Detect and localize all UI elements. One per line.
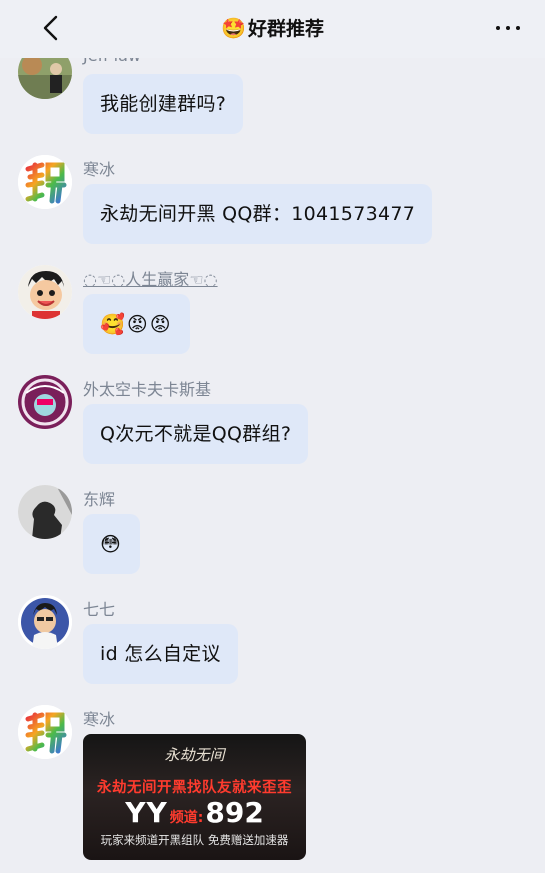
- dot-icon: [506, 26, 510, 30]
- avatar[interactable]: [18, 375, 72, 429]
- silhouette-icon: [18, 485, 72, 539]
- ad-image-banner[interactable]: 永劫无间 永劫无间开黑找队友就来歪歪 YY 频道:892 玩家来频道开黑组队 免费…: [83, 734, 306, 860]
- cartoon-boy-icon: [18, 265, 72, 319]
- banner-channel-number: 892: [205, 796, 264, 829]
- sender-name: 寒冰: [83, 160, 116, 179]
- banner-headline: 永劫无间开黑找队友就来歪歪: [97, 780, 292, 796]
- page-title-text: 好群推荐: [247, 18, 324, 40]
- avatar[interactable]: [18, 705, 72, 759]
- banner-channel: YY 频道:892: [83, 796, 306, 829]
- avatar[interactable]: [18, 595, 72, 649]
- message-bubble[interactable]: 永劫无间开黑 QQ群：1041573477: [83, 184, 433, 244]
- sender-name: 外太空卡夫卡斯基: [83, 380, 212, 399]
- star-struck-icon: 🤩: [221, 16, 246, 40]
- message-list: Jeff law 我能创建群吗? 寒冰 永劫无间开黑 QQ群：104157347…: [0, 0, 545, 873]
- sender-name: 寒冰: [83, 710, 116, 729]
- avatar[interactable]: [18, 155, 72, 209]
- dot-icon: [516, 26, 520, 30]
- top-nav-bar: 🤩 好群推荐: [0, 0, 545, 58]
- dot-icon: [496, 26, 500, 30]
- message-bubble[interactable]: 😳: [83, 514, 140, 574]
- avatar[interactable]: [18, 485, 72, 539]
- cartoon-man-icon: [18, 595, 72, 649]
- sender-name: ◌☜◌人生赢家☜◌: [83, 270, 218, 289]
- page-title: 🤩 好群推荐: [0, 14, 545, 41]
- avatar[interactable]: [18, 265, 72, 319]
- sender-name: 七七: [83, 600, 116, 619]
- message-bubble[interactable]: Q次元不就是QQ群组?: [83, 404, 309, 464]
- xi-character-icon: [18, 155, 72, 209]
- banner-yy: YY: [125, 796, 168, 829]
- more-options-button[interactable]: [491, 18, 525, 38]
- banner-footer: 玩家来频道开黑组队 免费赠送加速器: [100, 833, 289, 847]
- xi-character-icon: [18, 705, 72, 759]
- banner-channel-label: 频道:: [169, 810, 204, 826]
- message-bubble[interactable]: id 怎么自定议: [83, 624, 238, 684]
- message-bubble[interactable]: 🥰😡😡: [83, 294, 190, 354]
- badge-icon: [18, 375, 72, 429]
- message-bubble[interactable]: 我能创建群吗?: [83, 74, 244, 134]
- sender-name: 东辉: [83, 490, 116, 509]
- banner-brand: 永劫无间: [164, 746, 225, 764]
